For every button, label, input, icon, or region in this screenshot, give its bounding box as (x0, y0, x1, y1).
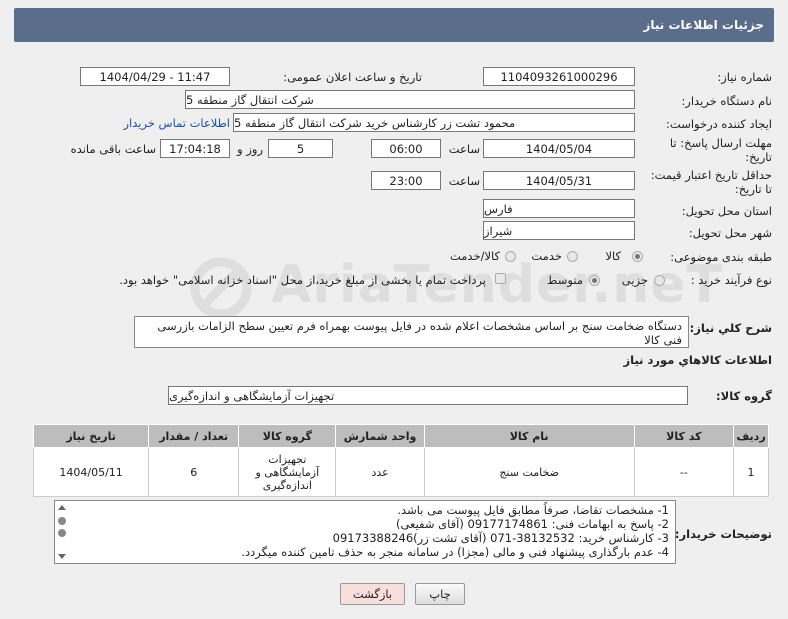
goods-table: ردیف کد کالا نام کالا واحد شمارش گروه کا… (32, 424, 769, 497)
process-radio-medium[interactable] (589, 275, 600, 286)
notes-label: توضیحات خریدار: (674, 527, 772, 541)
notes-textarea[interactable]: 1- مشخصات تقاضا، صرفاً مطابق فایل پیوست … (54, 500, 676, 564)
note-line: 4- عدم بارگذاری پیشنهاد فنی و مالی (مجزا… (241, 545, 669, 559)
scroll-down-icon[interactable] (58, 554, 66, 559)
category-radio-goods[interactable] (632, 251, 643, 262)
deadline-time-field: 06:00 (371, 139, 441, 158)
validity-hour-label: ساعت (448, 174, 480, 188)
treasury-payment-checkbox[interactable] (495, 273, 506, 284)
watermark-logo-icon (190, 257, 252, 319)
description-label: شرح كلي نياز: (689, 321, 772, 335)
page-title-bar: جزئیات اطلاعات نیاز (14, 8, 774, 42)
city-label: شهر محل تحویل: (688, 226, 772, 240)
announce-label: تاریخ و ساعت اعلان عمومی: (283, 70, 422, 84)
city-field: شیراز (483, 221, 635, 240)
validity-label-2: تا تاریخ: (734, 182, 772, 196)
category-radio-both[interactable] (505, 251, 516, 262)
col-name: نام کالا (423, 424, 635, 448)
watermark: AriaTender.neT (190, 255, 723, 319)
col-code: کد کالا (633, 424, 735, 448)
note-line: 3- کارشناس خرید: 38132532-071 (آقای تشت … (332, 531, 669, 545)
scroll-thumb-icon-2 (58, 529, 66, 537)
category-label: طبقه بندی موضوعی: (670, 250, 772, 264)
validity-label: حداقل تاریخ اعتبار قیمت: (650, 168, 772, 182)
contact-info-link[interactable]: اطلاعات تماس خریدار (123, 116, 230, 130)
days-field: 5 (268, 139, 333, 158)
remaining-time-field: 17:04:18 (160, 139, 230, 158)
category-radio-service[interactable] (567, 251, 578, 262)
process-option-medium: متوسط (546, 273, 583, 287)
treasury-payment-note: پرداخت تمام یا بخشی از مبلغ خرید،از محل … (119, 273, 486, 287)
col-quantity: تعداد / مقدار (148, 424, 240, 448)
goods-info-title: اطلاعات كالاهاي مورد نياز (623, 353, 772, 367)
description-field: دستگاه ضخامت سنج بر اساس مشخصات اعلام شد… (134, 316, 689, 348)
buyer-org-field: شرکت انتقال گاز منطقه 5 (185, 90, 635, 109)
back-button[interactable]: بازگشت (340, 583, 405, 605)
goods-table-header: ردیف کد کالا نام کالا واحد شمارش گروه کا… (32, 424, 769, 448)
validity-time-field: 23:00 (371, 171, 441, 190)
remaining-label: ساعت باقی مانده (70, 142, 156, 156)
cell-row: 1 (733, 447, 769, 497)
notes-scrollbar[interactable] (55, 501, 69, 563)
table-row: 1 -- ضخامت سنج عدد تجهیزات آزمایشگاهی و … (32, 447, 769, 497)
need-number-field: 1104093261000296 (483, 67, 635, 86)
process-radio-minor[interactable] (654, 275, 665, 286)
goods-group-field: تجهیزات آزمایشگاهی و اندازه‌گیری (168, 386, 688, 405)
scroll-thumb-icon[interactable] (58, 517, 66, 525)
col-date: تاریخ نیاز (32, 424, 150, 448)
col-group: گروه کالا (238, 424, 337, 448)
cell-date: 1404/05/11 (32, 447, 150, 497)
need-number-label: شماره نیاز: (717, 70, 772, 84)
process-label: نوع فرآیند خرید : (690, 273, 772, 287)
cell-quantity: 6 (148, 447, 240, 497)
creator-label: ایجاد کننده درخواست: (666, 117, 772, 131)
province-field: فارس (483, 199, 635, 218)
cell-unit: عدد (335, 447, 425, 497)
col-unit: واحد شمارش (335, 424, 425, 448)
page-title: جزئیات اطلاعات نیاز (643, 18, 764, 32)
process-option-minor: جزیی (621, 273, 648, 287)
cell-code: -- (633, 447, 735, 497)
validity-date-field: 1404/05/31 (483, 171, 635, 190)
buyer-org-label: نام دستگاه خریدار: (681, 94, 772, 108)
cell-name: ضخامت سنج (423, 447, 635, 497)
province-label: استان محل تحویل: (681, 204, 772, 218)
category-option-goods: کالا (605, 249, 621, 263)
cell-group: تجهیزات آزمایشگاهی و اندازه‌گیری (238, 447, 337, 497)
print-button[interactable]: چاپ (415, 583, 465, 605)
deadline-date-field: 1404/05/04 (483, 139, 635, 158)
goods-group-label: گروه کالا: (716, 389, 772, 403)
note-line: 2- پاسخ به ابهامات فنی: 09177174861 (آقا… (395, 517, 669, 531)
days-label: روز و (237, 142, 263, 156)
deadline-label-2: تاریخ: (745, 150, 772, 164)
col-row: ردیف (733, 424, 769, 448)
deadline-label: مهلت ارسال پاسخ: تا (669, 136, 772, 150)
category-option-both: کالا/خدمت (449, 249, 500, 263)
deadline-hour-label: ساعت (448, 142, 480, 156)
note-line: 1- مشخصات تقاضا، صرفاً مطابق فایل پیوست … (397, 503, 669, 517)
scroll-up-icon[interactable] (58, 505, 66, 510)
announce-field: 1404/04/29 - 11:47 (80, 67, 230, 86)
category-option-service: خدمت (531, 249, 562, 263)
creator-field: محمود تشت زر کارشناس خرید شرکت انتقال گا… (233, 113, 635, 132)
